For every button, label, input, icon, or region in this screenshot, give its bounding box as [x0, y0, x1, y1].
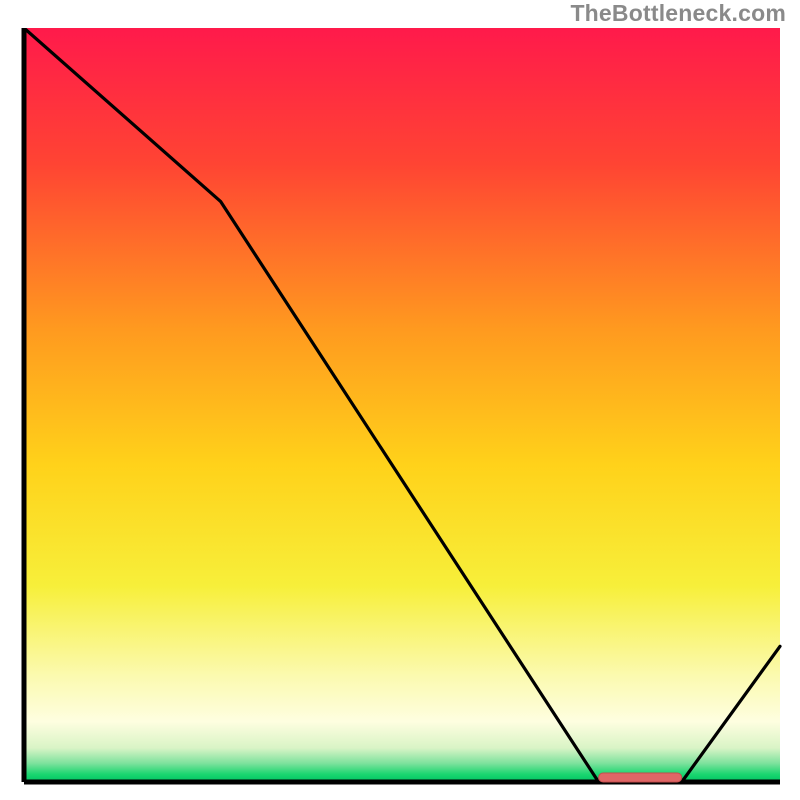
chart-background	[24, 28, 780, 782]
attribution-text: TheBottleneck.com	[0, 0, 800, 27]
chart-plot	[18, 28, 782, 788]
chart-container: TheBottleneck.com	[0, 0, 800, 800]
optimum-marker	[599, 773, 682, 782]
chart-svg	[18, 28, 782, 788]
